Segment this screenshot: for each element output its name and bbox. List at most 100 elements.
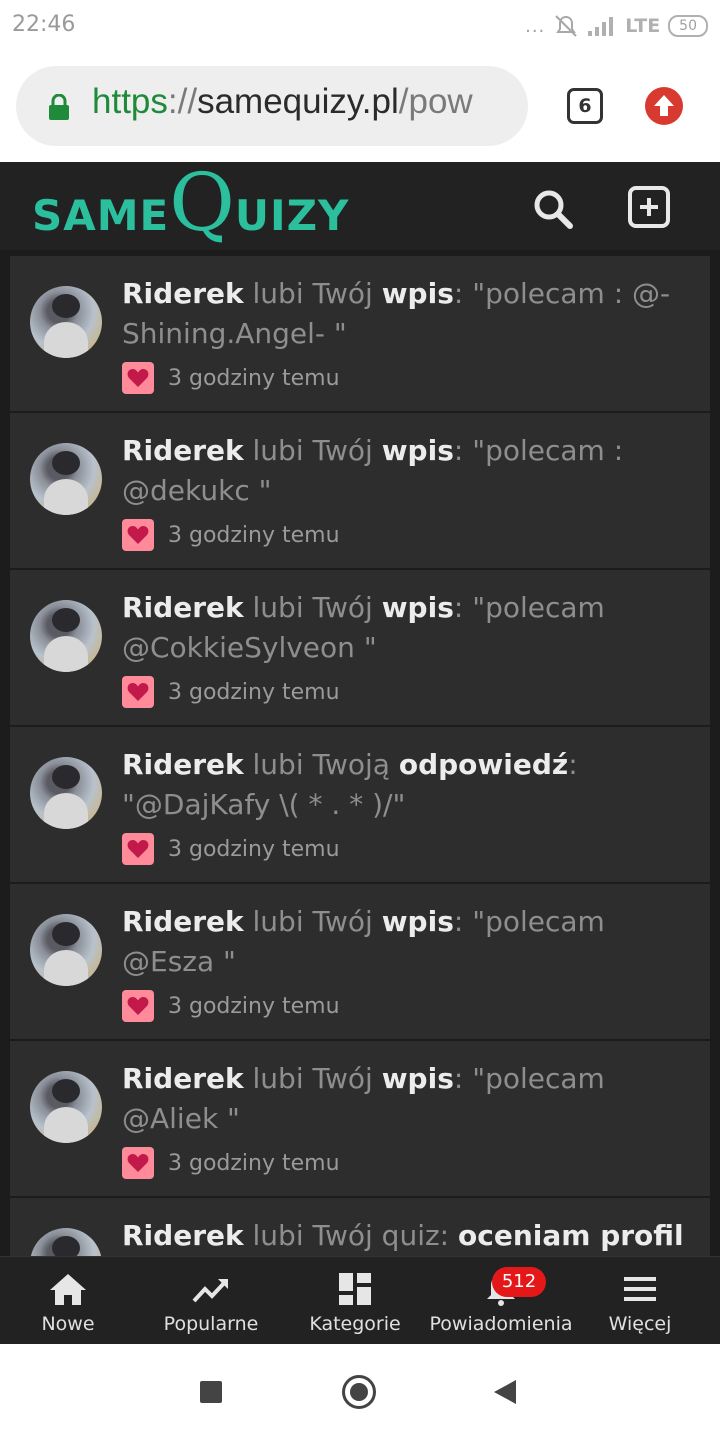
notification-object[interactable]: odpowiedź xyxy=(399,748,568,781)
search-icon[interactable] xyxy=(532,188,574,230)
battery-indicator: 50 xyxy=(668,15,708,37)
nav-item-kategorie[interactable]: Kategorie xyxy=(296,1257,414,1345)
avatar[interactable] xyxy=(30,443,102,515)
recents-button[interactable] xyxy=(200,1381,222,1403)
notification-meta: 3 godziny temu xyxy=(122,676,340,708)
notification-item[interactable]: Riderek lubi Twoją odpowiedź: "@DajKafy … xyxy=(10,727,710,882)
notification-time: 3 godziny temu xyxy=(168,836,340,862)
app-header: SAMEQUIZY xyxy=(0,162,720,250)
logo-q: Q xyxy=(169,156,235,249)
nav-label: Popularne xyxy=(163,1313,259,1335)
notification-user[interactable]: Riderek xyxy=(122,1062,244,1095)
heart-icon xyxy=(122,833,154,865)
notification-text: Riderek lubi Twój wpis: "polecam @Cokkie… xyxy=(122,591,605,664)
notification-object[interactable]: wpis xyxy=(382,591,454,624)
heart-icon xyxy=(122,990,154,1022)
notification-quiz-title[interactable]: oceniam profil xyxy=(458,1219,684,1252)
address-bar[interactable]: https://samequizy.pl/pow xyxy=(16,66,528,146)
notification-count-badge: 512 xyxy=(492,1267,546,1297)
url-separator: :// xyxy=(167,82,198,121)
avatar[interactable] xyxy=(30,286,102,358)
avatar[interactable] xyxy=(30,1228,102,1256)
url-path: /pow xyxy=(398,82,473,121)
mute-icon xyxy=(555,15,577,37)
notification-text: Riderek lubi Twój wpis: "polecam : @-Shi… xyxy=(122,277,671,350)
status-icons: ... LTE 50 xyxy=(525,14,708,38)
heart-icon xyxy=(122,362,154,394)
avatar[interactable] xyxy=(30,600,102,672)
notification-user[interactable]: Riderek xyxy=(122,905,244,938)
dashboard-icon xyxy=(339,1273,371,1305)
notification-user[interactable]: Riderek xyxy=(122,277,244,310)
notification-meta: 3 godziny temu xyxy=(122,1147,340,1179)
heart-icon xyxy=(122,1147,154,1179)
samequizy-logo[interactable]: SAMEQUIZY xyxy=(32,163,350,248)
notification-text: Riderek lubi Twój wpis: "polecam @Aliek … xyxy=(122,1062,605,1135)
trending-icon xyxy=(192,1279,228,1303)
notification-meta: 3 godziny temu xyxy=(122,833,340,865)
network-type: LTE xyxy=(625,15,661,37)
heart-icon xyxy=(122,519,154,551)
avatar[interactable] xyxy=(30,914,102,986)
tabs-button[interactable]: 6 xyxy=(567,88,603,124)
notification-text: Riderek lubi Twój wpis: "polecam @Esza " xyxy=(122,905,605,978)
notification-object[interactable]: wpis xyxy=(382,1062,454,1095)
status-bar: 22:46 ... LTE 50 xyxy=(0,0,720,52)
url-text: https://samequizy.pl/pow xyxy=(92,82,473,122)
notification-object[interactable]: wpis xyxy=(382,277,454,310)
notification-item[interactable]: Riderek lubi Twój quiz: oceniam profil xyxy=(10,1198,710,1256)
back-button[interactable] xyxy=(494,1380,516,1404)
update-button[interactable] xyxy=(645,87,683,125)
notification-text: Riderek lubi Twoją odpowiedź: "@DajKafy … xyxy=(122,748,578,821)
menu-icon xyxy=(624,1277,656,1301)
notifications-feed: Riderek lubi Twój wpis: "polecam : @-Shi… xyxy=(0,250,720,1256)
notification-user[interactable]: Riderek xyxy=(122,1219,244,1252)
nav-label: Więcej xyxy=(608,1313,672,1335)
avatar[interactable] xyxy=(30,1071,102,1143)
notification-text: Riderek lubi Twój quiz: oceniam profil xyxy=(122,1219,684,1252)
nav-item-wiecej[interactable]: Więcej xyxy=(590,1257,690,1345)
notification-item[interactable]: Riderek lubi Twój wpis: "polecam : @deku… xyxy=(10,413,710,568)
home-button[interactable] xyxy=(342,1375,376,1409)
logo-uizy: UIZY xyxy=(234,191,350,240)
notification-object[interactable]: wpis xyxy=(382,434,454,467)
notification-meta: 3 godziny temu xyxy=(122,362,340,394)
notification-item[interactable]: Riderek lubi Twój wpis: "polecam @Aliek … xyxy=(10,1041,710,1196)
browser-toolbar: https://samequizy.pl/pow 6 xyxy=(0,52,720,162)
home-icon xyxy=(50,1274,86,1305)
system-navigation xyxy=(0,1344,720,1440)
url-scheme: https xyxy=(92,82,168,121)
notification-time: 3 godziny temu xyxy=(168,679,340,705)
notification-user[interactable]: Riderek xyxy=(122,748,244,781)
nav-item-powiadomienia[interactable]: 512 Powiadomienia xyxy=(424,1257,578,1345)
signal-icon xyxy=(588,17,614,36)
notification-user[interactable]: Riderek xyxy=(122,591,244,624)
heart-icon xyxy=(122,676,154,708)
logo-same: SAME xyxy=(32,191,170,240)
notification-item[interactable]: Riderek lubi Twój wpis: "polecam @Esza "… xyxy=(10,884,710,1039)
notification-item[interactable]: Riderek lubi Twój wpis: "polecam : @-Shi… xyxy=(10,256,710,411)
nav-item-nowe[interactable]: Nowe xyxy=(8,1257,128,1345)
status-dots: ... xyxy=(525,15,546,37)
nav-item-popularne[interactable]: Popularne xyxy=(146,1257,276,1345)
notification-object[interactable]: wpis xyxy=(382,905,454,938)
nav-label: Powiadomienia xyxy=(429,1313,573,1335)
lock-icon xyxy=(49,94,69,120)
notification-time: 3 godziny temu xyxy=(168,365,340,391)
avatar[interactable] xyxy=(30,757,102,829)
nav-label: Nowe xyxy=(41,1313,95,1335)
notification-user[interactable]: Riderek xyxy=(122,434,244,467)
notification-item[interactable]: Riderek lubi Twój wpis: "polecam @Cokkie… xyxy=(10,570,710,725)
arrow-up-icon xyxy=(654,95,674,116)
bottom-navigation: Nowe Popularne Kategorie 512 Powiadomien… xyxy=(0,1256,720,1344)
add-quiz-button[interactable] xyxy=(628,186,670,228)
url-host: samequizy.pl xyxy=(197,82,399,121)
notification-meta: 3 godziny temu xyxy=(122,990,340,1022)
notification-time: 3 godziny temu xyxy=(168,522,340,548)
status-time: 22:46 xyxy=(12,12,76,37)
notification-meta: 3 godziny temu xyxy=(122,519,340,551)
notification-time: 3 godziny temu xyxy=(168,993,340,1019)
notification-text: Riderek lubi Twój wpis: "polecam : @deku… xyxy=(122,434,624,507)
notification-time: 3 godziny temu xyxy=(168,1150,340,1176)
nav-label: Kategorie xyxy=(309,1313,401,1335)
